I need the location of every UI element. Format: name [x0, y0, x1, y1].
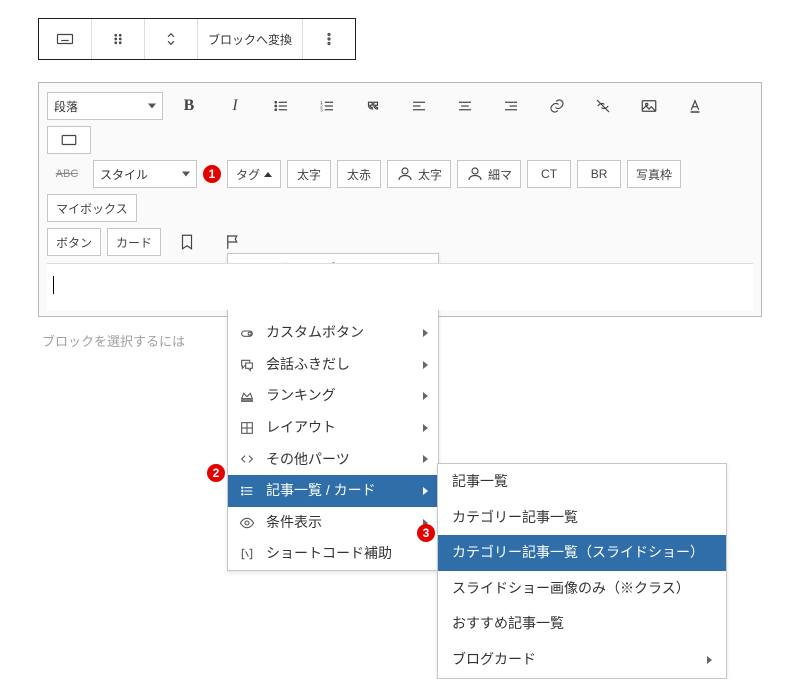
bold-button[interactable]: B	[169, 92, 209, 120]
menu-label: レイアウト	[266, 418, 336, 438]
photo-frame-button[interactable]: 写真枠	[627, 160, 681, 188]
tag-dropdown-label: タグ	[236, 166, 260, 183]
menu-layout[interactable]: レイアウト	[228, 412, 438, 444]
bold-text-button[interactable]: 太字	[287, 160, 331, 188]
button-insert-button[interactable]: ボタン	[47, 228, 101, 256]
keyboard-shortcut-button[interactable]	[47, 126, 91, 154]
menu-speech-bubble[interactable]: 会話ふきだし	[228, 349, 438, 381]
submenu-article-list[interactable]: 記事一覧	[438, 464, 726, 500]
bookmark-button[interactable]	[167, 228, 207, 256]
eye-icon	[238, 515, 256, 531]
user-thin-button[interactable]: 細マ	[457, 160, 521, 188]
menu-ranking[interactable]: ランキング	[228, 380, 438, 412]
marker-3: 3	[417, 524, 435, 542]
editor-toolbar: 段落 B I 123 ABC スタイル 1 タグ 太字 太赤 太字 細マ CT	[38, 82, 762, 317]
menu-label: 条件表示	[266, 513, 322, 533]
menu-label: ショートコード補助	[266, 544, 392, 564]
toolbar-row-1: 段落 B I 123	[47, 89, 753, 157]
br-button[interactable]: BR	[577, 160, 621, 188]
article-card-submenu: 記事一覧 カテゴリー記事一覧 カテゴリー記事一覧（スライドショー） スライドショ…	[437, 463, 727, 679]
menu-label: ブログカード	[452, 650, 536, 670]
numbered-list-button[interactable]: 123	[307, 92, 347, 120]
text-color-button[interactable]	[675, 92, 715, 120]
submenu-blog-card[interactable]: ブログカード	[438, 642, 726, 678]
menu-custom-button[interactable]: カスタムボタン	[228, 317, 438, 349]
submenu-recommended[interactable]: おすすめ記事一覧	[438, 606, 726, 642]
convert-to-blocks-button[interactable]: ブロックへ変換	[198, 19, 303, 59]
chevron-right-icon	[423, 487, 428, 495]
align-right-button[interactable]	[491, 92, 531, 120]
menu-label: カテゴリー記事一覧（スライドショー）	[452, 543, 704, 563]
chevron-right-icon	[423, 455, 428, 463]
keyboard-icon[interactable]	[39, 19, 92, 59]
submenu-slide-image-only[interactable]: スライドショー画像のみ（※クラス）	[438, 571, 726, 607]
image-button[interactable]	[629, 92, 669, 120]
toggle-icon	[238, 325, 256, 341]
bulleted-list-button[interactable]	[261, 92, 301, 120]
person-icon	[396, 165, 414, 183]
move-updown-icon[interactable]	[145, 19, 198, 59]
bookmark-icon	[178, 233, 196, 251]
block-format-select[interactable]: 段落	[47, 92, 163, 120]
style-select[interactable]: スタイル	[93, 160, 197, 188]
chevron-right-icon	[423, 392, 428, 400]
style-select-label: スタイル	[100, 166, 148, 183]
flag-button[interactable]	[213, 228, 253, 256]
menu-label: 会話ふきだし	[266, 355, 350, 375]
menu-article-list-card[interactable]: 記事一覧 / カード	[228, 475, 438, 507]
mybox-button[interactable]: マイボックス	[47, 194, 137, 222]
menu-label: その他パーツ	[266, 450, 350, 470]
menu-other-parts[interactable]: その他パーツ	[228, 444, 438, 476]
chat-icon	[238, 357, 256, 373]
menu-label: カテゴリー記事一覧	[452, 508, 578, 528]
strikethrough-button[interactable]: ABC	[47, 160, 87, 188]
chevron-right-icon	[423, 361, 428, 369]
svg-text:3: 3	[320, 107, 323, 112]
drag-handle-icon[interactable]	[92, 19, 145, 59]
menu-conditional[interactable]: 条件表示	[228, 507, 438, 539]
toolbar-row-2: ABC スタイル 1 タグ 太字 太赤 太字 細マ CT BR 写真枠 マイボッ…	[47, 157, 753, 225]
crown-icon	[238, 388, 256, 404]
marker-1: 1	[203, 165, 221, 183]
menu-shortcode[interactable]: ショートコード補助	[228, 538, 438, 570]
menu-label: ランキング	[266, 386, 336, 406]
align-center-button[interactable]	[445, 92, 485, 120]
convert-to-blocks-label: ブロックへ変換	[208, 31, 292, 48]
submenu-category-list-slideshow[interactable]: カテゴリー記事一覧（スライドショー）	[438, 535, 726, 571]
code-icon	[238, 451, 256, 467]
kebab-icon	[320, 30, 338, 48]
italic-button[interactable]: I	[215, 92, 255, 120]
bold-red-button[interactable]: 太赤	[337, 160, 381, 188]
grid-icon	[238, 420, 256, 436]
person-icon	[466, 165, 484, 183]
submenu-category-list[interactable]: カテゴリー記事一覧	[438, 500, 726, 536]
list-icon	[238, 483, 256, 499]
align-left-button[interactable]	[399, 92, 439, 120]
chevron-right-icon	[423, 329, 428, 337]
card-insert-button[interactable]: カード	[107, 228, 161, 256]
chevron-right-icon	[423, 424, 428, 432]
flag-icon	[224, 233, 242, 251]
tag-dropdown-button[interactable]: タグ	[227, 160, 281, 188]
menu-label: 記事一覧 / カード	[266, 481, 376, 501]
menu-label: 記事一覧	[452, 472, 508, 492]
text-caret	[53, 276, 54, 294]
brackets-icon	[238, 546, 256, 562]
chevron-right-icon	[707, 656, 712, 664]
blockquote-button[interactable]	[353, 92, 393, 120]
link-button[interactable]	[537, 92, 577, 120]
marker-2: 2	[207, 464, 225, 482]
editor-content-area[interactable]	[47, 263, 753, 310]
block-toolbar: ブロックへ変換	[38, 18, 356, 60]
menu-label: カスタムボタン	[266, 323, 364, 343]
ct-button[interactable]: CT	[527, 160, 571, 188]
user-bold-button[interactable]: 太字	[387, 160, 451, 188]
block-format-label: 段落	[54, 98, 78, 115]
unlink-button[interactable]	[583, 92, 623, 120]
menu-label: スライドショー画像のみ（※クラス）	[452, 579, 690, 599]
menu-label: おすすめ記事一覧	[452, 614, 564, 634]
more-options-button[interactable]	[303, 19, 355, 59]
